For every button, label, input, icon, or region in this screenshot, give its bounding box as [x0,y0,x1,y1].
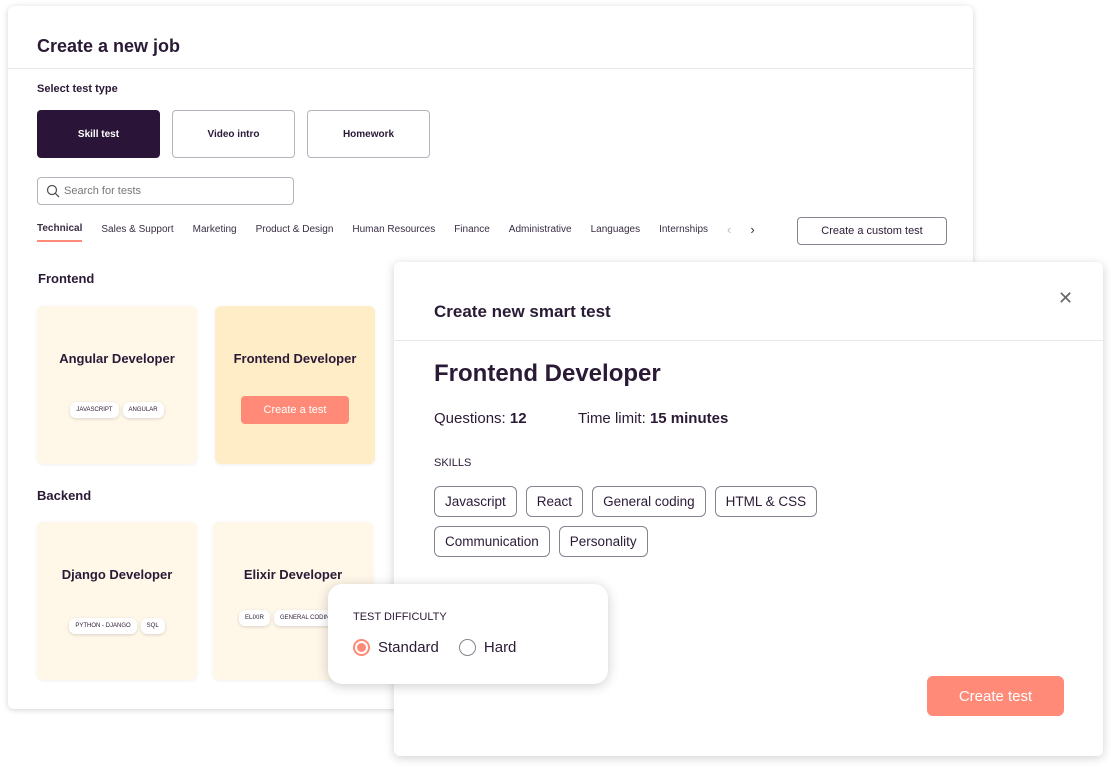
search-placeholder: Search for tests [64,185,142,197]
chevron-right-icon[interactable]: › [750,222,754,243]
test-difficulty-popup: TEST DIFFICULTY Standard Hard [328,584,608,684]
card-title: Frontend Developer [233,351,357,366]
tag: JAVASCRIPT [70,402,119,418]
radio-standard[interactable] [353,639,370,656]
section-frontend: Frontend [38,271,95,286]
time-limit: Time limit: 15 minutes [578,410,728,427]
card-title: Elixir Developer [243,567,343,582]
divider [394,340,1103,341]
modal-title: Create new smart test [434,302,611,321]
tab-languages[interactable]: Languages [591,224,641,241]
hard-label[interactable]: Hard [484,639,517,656]
questions-label: Questions: [434,410,506,427]
questions-count: Questions: 12 [434,410,527,427]
create-test-button[interactable]: Create test [927,676,1064,716]
test-card-angular[interactable]: Angular Developer JAVASCRIPT ANGULAR [37,306,197,464]
standard-label[interactable]: Standard [378,639,439,656]
tab-sales-support[interactable]: Sales & Support [101,224,173,241]
homework-button[interactable]: Homework [307,110,430,158]
time-label: Time limit: [578,410,646,427]
skill-chip: Communication [434,526,550,557]
chevron-left-icon[interactable]: ‹ [727,222,731,243]
time-value: 15 minutes [649,410,729,427]
tab-finance[interactable]: Finance [454,224,490,241]
skills-label: SKILLS [434,457,472,469]
skills-list: Javascript React General coding HTML & C… [434,486,874,557]
skill-chip: HTML & CSS [714,486,818,517]
difficulty-label: TEST DIFFICULTY [353,611,447,623]
select-test-type-label: Select test type [37,83,118,95]
tab-internships[interactable]: Internships [659,224,708,241]
divider [8,68,973,69]
tab-product-design[interactable]: Product & Design [256,224,334,241]
tab-administrative[interactable]: Administrative [509,224,572,241]
tag: ANGULAR [122,402,164,418]
create-a-test-button[interactable]: Create a test [241,396,349,424]
page-title: Create a new job [37,36,181,56]
skill-test-button[interactable]: Skill test [37,110,160,158]
tab-marketing[interactable]: Marketing [193,224,237,241]
close-icon[interactable]: ✕ [1058,288,1073,309]
create-custom-test-button[interactable]: Create a custom test [797,217,947,245]
radio-hard[interactable] [458,639,476,656]
card-title: Angular Developer [59,351,175,366]
test-card-django[interactable]: Django Developer PYTHON - DJANGO SQL [37,522,197,680]
skill-chip: Personality [558,526,648,557]
search-icon [46,184,60,198]
tag: SQL [140,618,165,634]
tab-technical[interactable]: Technical [37,223,83,242]
video-intro-button[interactable]: Video intro [172,110,295,158]
tab-human-resources[interactable]: Human Resources [352,224,435,241]
category-tabs: Technical Sales & Support Marketing Prod… [37,222,774,243]
search-input[interactable]: Search for tests [37,177,294,205]
card-title: Django Developer [61,567,173,582]
skill-chip: Javascript [434,486,517,517]
tag: ELIXIR [239,610,271,626]
job-title: Frontend Developer [434,360,661,387]
skill-chip: General coding [592,486,706,517]
skill-chip: React [525,486,584,517]
questions-value: 12 [509,410,527,427]
tag: PYTHON - DJANGO [69,618,137,634]
test-card-frontend[interactable]: Frontend Developer Create a test [215,306,375,464]
section-backend: Backend [37,488,92,503]
